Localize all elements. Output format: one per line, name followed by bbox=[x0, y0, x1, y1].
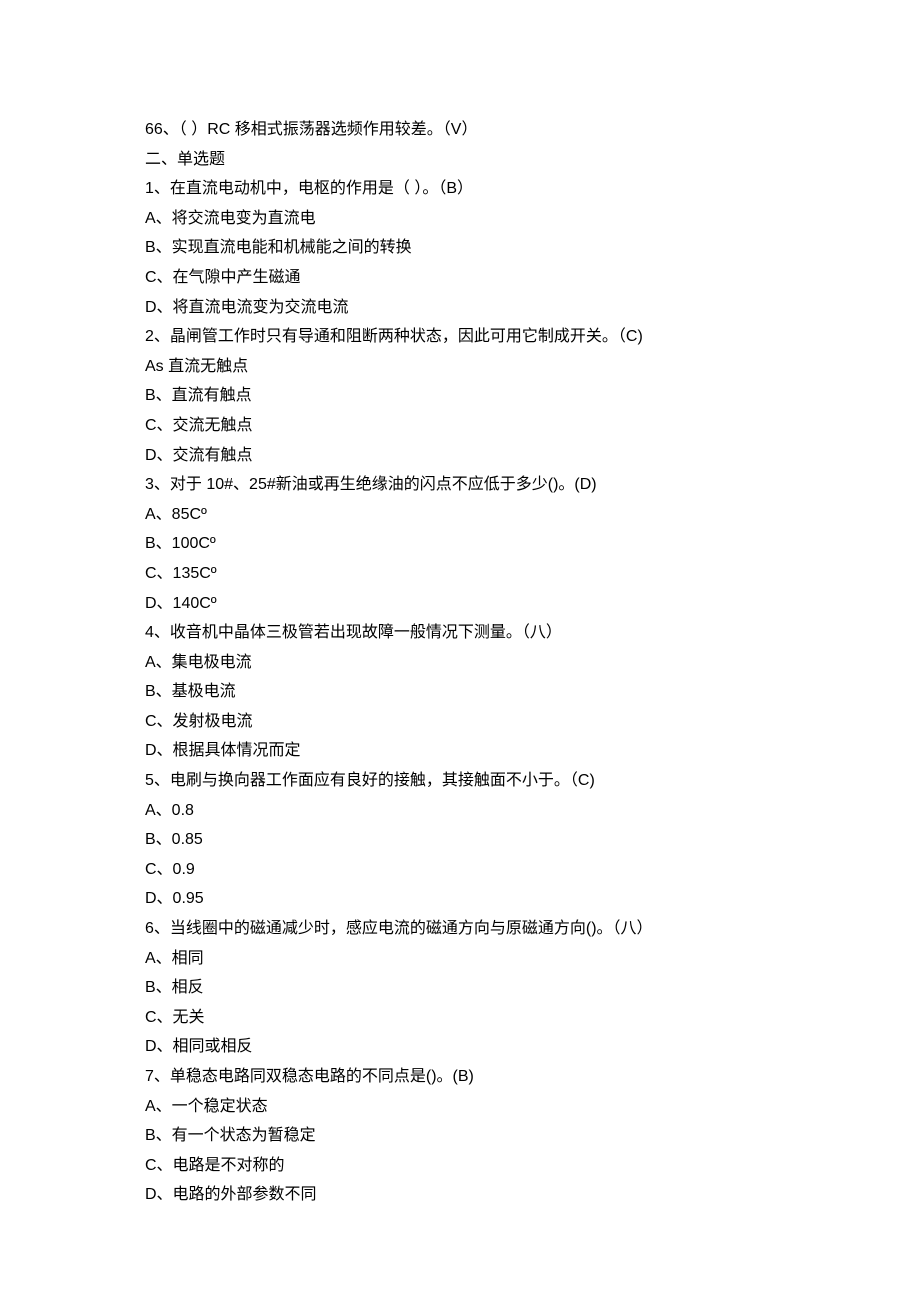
text-line: 5、电刷与换向器工作面应有良好的接触，其接触面不小于。（C) bbox=[145, 766, 775, 796]
text-line: A、集电极电流 bbox=[145, 648, 775, 678]
text-line: D、相同或相反 bbox=[145, 1032, 775, 1062]
text-line: B、有一个状态为暂稳定 bbox=[145, 1121, 775, 1151]
text-line: B、相反 bbox=[145, 973, 775, 1003]
text-line: A、85Cº bbox=[145, 500, 775, 530]
text-line: D、根据具体情况而定 bbox=[145, 736, 775, 766]
text-line: 4、收音机中晶体三极管若出现故障一般情况下测量。（八） bbox=[145, 618, 775, 648]
text-line: B、实现直流电能和机械能之间的转换 bbox=[145, 233, 775, 263]
document-content: 66、（ ）RC 移相式振荡器选频作用较差。（V）二、单选题1、在直流电动机中，… bbox=[145, 115, 775, 1210]
text-line: 66、（ ）RC 移相式振荡器选频作用较差。（V） bbox=[145, 115, 775, 145]
text-line: C、135Cº bbox=[145, 559, 775, 589]
text-line: B、直流有触点 bbox=[145, 381, 775, 411]
text-line: 3、对于 10#、25#新油或再生绝缘油的闪点不应低于多少()。(D) bbox=[145, 470, 775, 500]
text-line: D、将直流电流变为交流电流 bbox=[145, 293, 775, 323]
text-line: C、发射极电流 bbox=[145, 707, 775, 737]
text-line: 1、在直流电动机中，电枢的作用是（ ）。（B） bbox=[145, 174, 775, 204]
text-line: As 直流无触点 bbox=[145, 352, 775, 382]
text-line: 二、单选题 bbox=[145, 145, 775, 175]
text-line: C、无关 bbox=[145, 1003, 775, 1033]
text-line: 7、单稳态电路同双稳态电路的不同点是()。(B) bbox=[145, 1062, 775, 1092]
text-line: B、100Cº bbox=[145, 529, 775, 559]
text-line: 2、晶闸管工作时只有导通和阻断两种状态，因此可用它制成开关。（C) bbox=[145, 322, 775, 352]
text-line: D、0.95 bbox=[145, 884, 775, 914]
text-line: D、140Cº bbox=[145, 589, 775, 619]
text-line: B、基极电流 bbox=[145, 677, 775, 707]
text-line: C、在气隙中产生磁通 bbox=[145, 263, 775, 293]
text-line: D、交流有触点 bbox=[145, 441, 775, 471]
text-line: C、交流无触点 bbox=[145, 411, 775, 441]
text-line: C、电路是不对称的 bbox=[145, 1151, 775, 1181]
text-line: C、0.9 bbox=[145, 855, 775, 885]
text-line: 6、当线圈中的磁通减少时，感应电流的磁通方向与原磁通方向()。（八） bbox=[145, 914, 775, 944]
text-line: A、一个稳定状态 bbox=[145, 1092, 775, 1122]
text-line: A、相同 bbox=[145, 944, 775, 974]
text-line: D、电路的外部参数不同 bbox=[145, 1180, 775, 1210]
text-line: A、将交流电变为直流电 bbox=[145, 204, 775, 234]
text-line: A、0.8 bbox=[145, 796, 775, 826]
text-line: B、0.85 bbox=[145, 825, 775, 855]
